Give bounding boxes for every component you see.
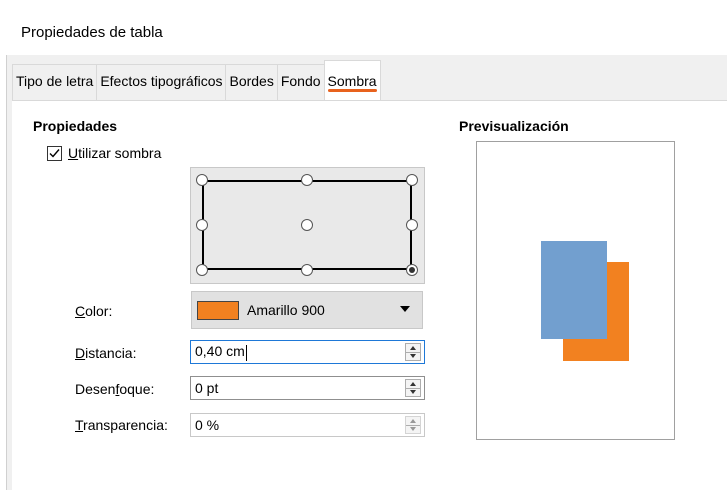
position-bottom-right-radio[interactable] <box>406 264 418 276</box>
preview-heading: Previsualización <box>459 118 569 134</box>
tab-background[interactable]: Fondo <box>276 64 325 100</box>
tab-shadow[interactable]: Sombra <box>323 60 381 100</box>
position-middle-right-radio[interactable] <box>406 219 418 231</box>
spin-up-icon[interactable] <box>410 346 416 350</box>
transparency-spin-buttons[interactable] <box>405 416 421 434</box>
blur-label: Desenfoque: <box>75 381 155 397</box>
spin-up-icon[interactable] <box>410 382 416 386</box>
tab-borders[interactable]: Bordes <box>225 64 278 100</box>
text-caret <box>245 344 247 361</box>
title-bar: Propiedades de tabla <box>0 0 727 55</box>
transparency-label: Transparencia: <box>75 417 168 433</box>
transparency-value[interactable]: 0 % <box>191 417 424 433</box>
tab-label: Efectos tipográficos <box>100 73 223 89</box>
distance-spinbox[interactable]: 0,40 cm <box>190 340 425 364</box>
use-shadow-row[interactable]: Utilizar sombra <box>47 145 161 161</box>
distance-label: Distancia: <box>75 345 137 361</box>
dialog-title: Propiedades de tabla <box>21 24 163 41</box>
tab-label: Tipo de letra <box>16 73 94 89</box>
tab-label: Bordes <box>229 73 274 89</box>
distance-spin-buttons[interactable] <box>405 343 421 361</box>
color-swatch <box>197 300 239 320</box>
preview-object-shape <box>541 241 607 339</box>
position-top-left-radio[interactable] <box>196 174 208 186</box>
blur-value[interactable]: 0 pt <box>191 380 424 396</box>
dropdown-arrow-icon <box>400 306 410 312</box>
spin-up-icon[interactable] <box>410 419 416 423</box>
use-shadow-label: Utilizar sombra <box>68 145 162 161</box>
spin-down-icon[interactable] <box>410 390 416 394</box>
use-shadow-checkbox[interactable] <box>47 145 62 161</box>
position-middle-left-radio[interactable] <box>196 219 208 231</box>
position-center-radio[interactable] <box>301 219 313 231</box>
color-label: Color: <box>75 303 113 319</box>
position-bottom-center-radio[interactable] <box>301 264 313 276</box>
blur-spinbox[interactable]: 0 pt <box>190 376 425 400</box>
tab-label: Sombra <box>327 73 377 89</box>
tab-bar: Tipo de letra Efectos tipográficos Borde… <box>12 60 381 100</box>
distance-value[interactable]: 0,40 cm <box>191 343 424 361</box>
transparency-spinbox[interactable]: 0 % <box>190 413 425 437</box>
position-top-right-radio[interactable] <box>406 174 418 186</box>
blur-spin-buttons[interactable] <box>405 379 421 397</box>
table-properties-dialog: Propiedades de tabla Tipo de letra Efect… <box>0 0 727 490</box>
position-top-center-radio[interactable] <box>301 174 313 186</box>
spin-down-icon[interactable] <box>410 427 416 431</box>
tab-label: Fondo <box>280 73 321 89</box>
color-value: Amarillo 900 <box>247 302 325 318</box>
color-dropdown[interactable]: Amarillo 900 <box>191 291 423 329</box>
window-edge <box>6 55 7 490</box>
tab-font[interactable]: Tipo de letra <box>12 64 98 100</box>
checkmark-icon <box>49 148 60 158</box>
position-bottom-left-radio[interactable] <box>196 264 208 276</box>
active-tab-indicator <box>327 89 377 92</box>
tab-font-effects[interactable]: Efectos tipográficos <box>96 64 227 100</box>
spin-down-icon[interactable] <box>410 354 416 358</box>
properties-heading: Propiedades <box>33 118 118 134</box>
